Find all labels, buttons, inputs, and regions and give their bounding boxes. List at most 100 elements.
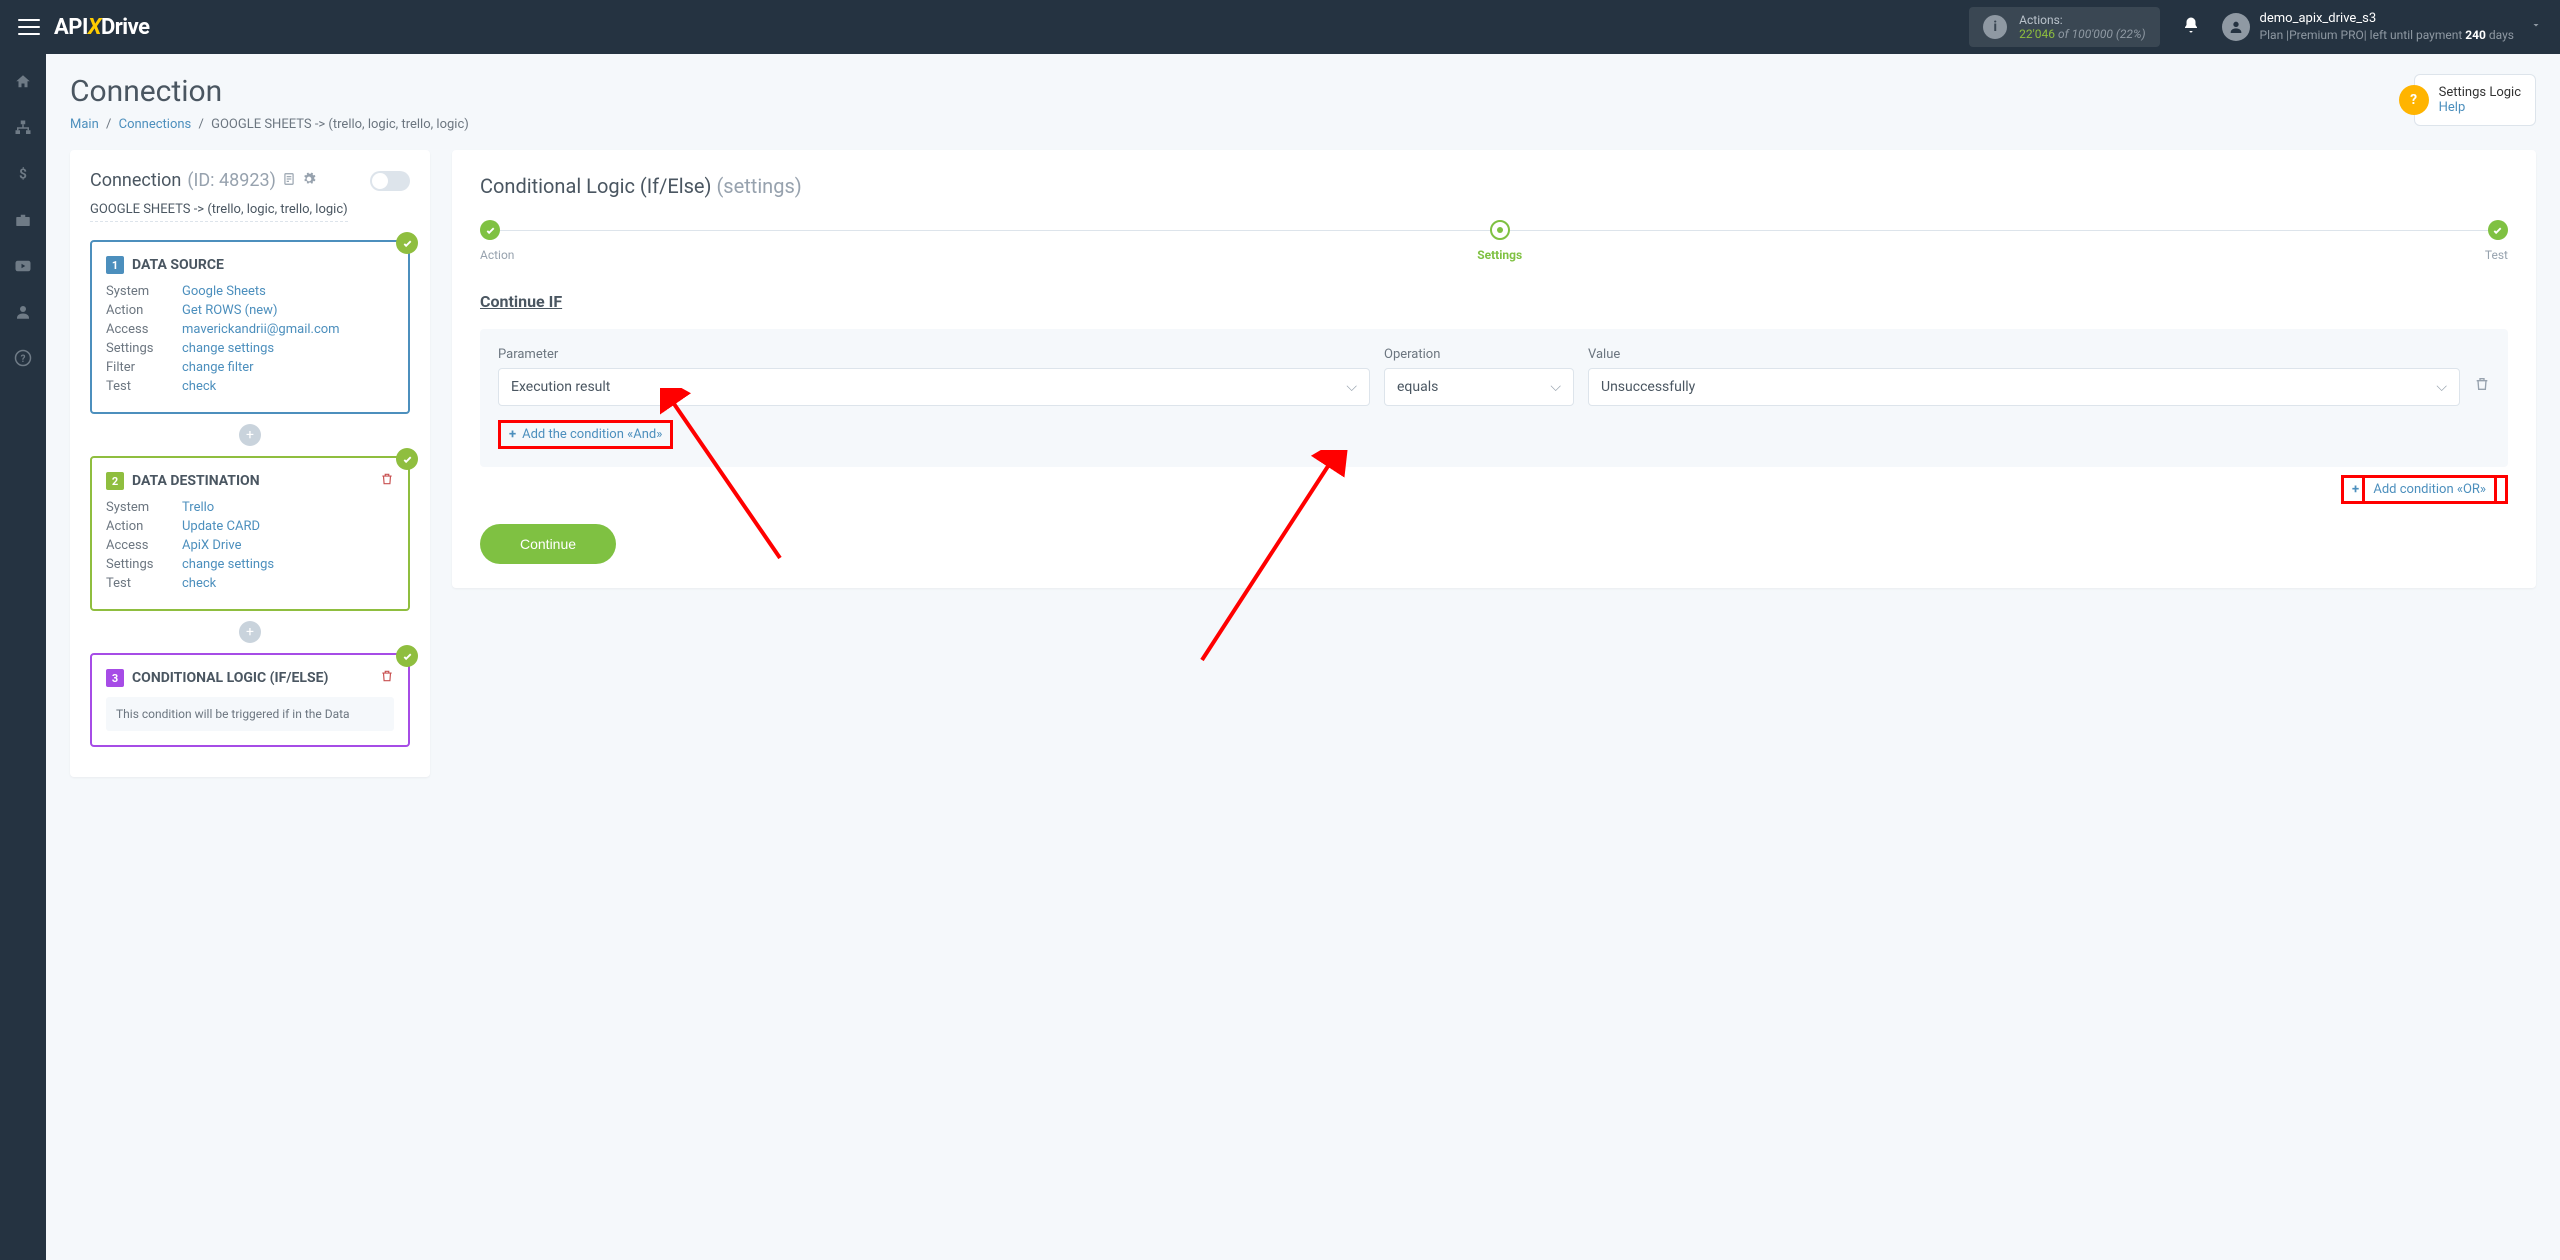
breadcrumb-current: GOOGLE SHEETS -> (trello, logic, trello,…: [211, 117, 469, 132]
connection-path: GOOGLE SHEETS -> (trello, logic, trello,…: [90, 202, 348, 222]
block-num: 3: [106, 669, 124, 687]
logo[interactable]: APIXDrive: [54, 15, 150, 40]
avatar-icon: [2222, 13, 2250, 41]
content: Connection Main / Connections / GOOGLE S…: [46, 54, 2560, 1260]
dollar-icon[interactable]: $: [13, 164, 33, 184]
operation-select[interactable]: equals⌵: [1384, 368, 1574, 406]
briefcase-icon[interactable]: [13, 210, 33, 230]
condition-row: Parameter Execution result⌵ Operation eq…: [480, 329, 2508, 467]
operation-label: Operation: [1384, 347, 1574, 362]
document-icon[interactable]: [282, 170, 296, 191]
add-and-button[interactable]: + Add the condition «And»: [498, 420, 673, 449]
block-title: CONDITIONAL LOGIC (IF/ELSE): [132, 670, 328, 686]
left-nav: $ ?: [0, 54, 46, 1260]
connection-title: Connection (ID: 48923): [90, 170, 410, 191]
check-icon: [396, 232, 418, 254]
check-icon: [396, 448, 418, 470]
topbar: APIXDrive i Actions: 22'046 of 100'000 (…: [0, 0, 2560, 54]
row-value[interactable]: change filter: [182, 360, 254, 375]
help-title: Settings Logic: [2439, 85, 2521, 100]
help-icon[interactable]: ?: [13, 348, 33, 368]
row-label: Access: [106, 538, 182, 553]
row-value[interactable]: Update CARD: [182, 519, 260, 534]
notifications-icon[interactable]: [2174, 16, 2208, 39]
help-box: ? Settings Logic Help: [2414, 74, 2536, 126]
chevron-down-icon: ⌵: [1550, 379, 1561, 395]
row-value[interactable]: change settings: [182, 341, 274, 356]
row-label: Settings: [106, 341, 182, 356]
value-select[interactable]: Unsuccessfully⌵: [1588, 368, 2460, 406]
user-name: demo_apix_drive_s3: [2260, 11, 2514, 28]
page-title: Connection: [70, 74, 469, 109]
data-destination-block: 2DATA DESTINATION SystemTrelloActionUpda…: [90, 456, 410, 611]
add-or-button[interactable]: + Add condition «OR»: [2341, 475, 2508, 504]
row-label: Test: [106, 576, 182, 591]
help-link[interactable]: Help: [2439, 100, 2466, 115]
conditional-logic-block: 3CONDITIONAL LOGIC (IF/ELSE) This condit…: [90, 653, 410, 747]
row-label: Test: [106, 379, 182, 394]
delete-condition-icon[interactable]: [2474, 376, 2490, 406]
step-test[interactable]: Test: [2485, 220, 2508, 262]
row-value[interactable]: Get ROWS (new): [182, 303, 277, 318]
connection-id: (ID: 48923): [187, 170, 276, 191]
block-num: 1: [106, 256, 124, 274]
parameter-label: Parameter: [498, 347, 1370, 362]
row-label: System: [106, 500, 182, 515]
trash-icon[interactable]: [380, 669, 394, 687]
actions-total: 100'000: [2072, 27, 2113, 41]
row-value[interactable]: ApiX Drive: [182, 538, 242, 553]
svg-text:?: ?: [21, 354, 26, 365]
row-value[interactable]: check: [182, 576, 216, 591]
data-source-block: 1 DATA SOURCE SystemGoogle SheetsActionGe…: [90, 240, 410, 414]
breadcrumb: Main / Connections / GOOGLE SHEETS -> (t…: [70, 117, 469, 132]
actions-pct: (22%): [2116, 27, 2146, 41]
menu-toggle[interactable]: [18, 19, 40, 35]
chevron-down-icon: ⌵: [1346, 379, 1357, 395]
chevron-down-icon: ⌵: [2436, 379, 2447, 395]
connection-toggle[interactable]: [370, 171, 410, 191]
actions-label: Actions:: [2019, 13, 2145, 27]
logo-x: X: [88, 15, 101, 40]
parameter-select[interactable]: Execution result⌵: [498, 368, 1370, 406]
row-value[interactable]: maverickandrii@gmail.com: [182, 322, 340, 337]
actions-counter[interactable]: i Actions: 22'046 of 100'000 (22%): [1969, 7, 2159, 47]
connection-sidebar: Connection (ID: 48923) GOOGLE SHEETS -> …: [70, 150, 430, 777]
row-value[interactable]: Google Sheets: [182, 284, 266, 299]
row-label: Action: [106, 303, 182, 318]
svg-text:$: $: [19, 167, 27, 183]
row-label: Action: [106, 519, 182, 534]
sitemap-icon[interactable]: [13, 118, 33, 138]
user-icon[interactable]: [13, 302, 33, 322]
row-value[interactable]: Trello: [182, 500, 214, 515]
actions-used: 22'046: [2019, 27, 2055, 41]
section-title: Continue IF: [480, 292, 2508, 311]
user-menu[interactable]: demo_apix_drive_s3 Plan |Premium PRO| le…: [2222, 11, 2542, 43]
row-label: System: [106, 284, 182, 299]
chevron-down-icon: [2530, 19, 2542, 35]
continue-button[interactable]: Continue: [480, 524, 616, 564]
add-block-button[interactable]: +: [239, 424, 261, 446]
row-value[interactable]: check: [182, 379, 216, 394]
step-settings[interactable]: Settings: [1477, 220, 1522, 262]
info-icon: i: [1983, 15, 2007, 39]
row-label: Access: [106, 322, 182, 337]
check-icon: [396, 645, 418, 667]
user-plan: Plan |Premium PRO| left until payment 24…: [2260, 28, 2514, 44]
block-title: DATA SOURCE: [132, 257, 224, 273]
add-block-button[interactable]: +: [239, 621, 261, 643]
step-action[interactable]: Action: [480, 220, 514, 262]
gear-icon[interactable]: [302, 170, 316, 191]
breadcrumb-connections[interactable]: Connections: [119, 117, 192, 132]
home-icon[interactable]: [13, 72, 33, 92]
youtube-icon[interactable]: [13, 256, 33, 276]
trash-icon[interactable]: [380, 472, 394, 490]
question-icon: ?: [2399, 85, 2429, 115]
breadcrumb-main[interactable]: Main: [70, 117, 99, 132]
row-value[interactable]: change settings: [182, 557, 274, 572]
block-title: DATA DESTINATION: [132, 473, 260, 489]
main-panel: Conditional Logic (If/Else) (settings) A…: [452, 150, 2536, 588]
main-title: Conditional Logic (If/Else) (settings): [480, 174, 2508, 198]
logo-drive: Drive: [101, 15, 150, 40]
stepper: Action Settings Test: [480, 220, 2508, 262]
value-label: Value: [1588, 347, 2460, 362]
